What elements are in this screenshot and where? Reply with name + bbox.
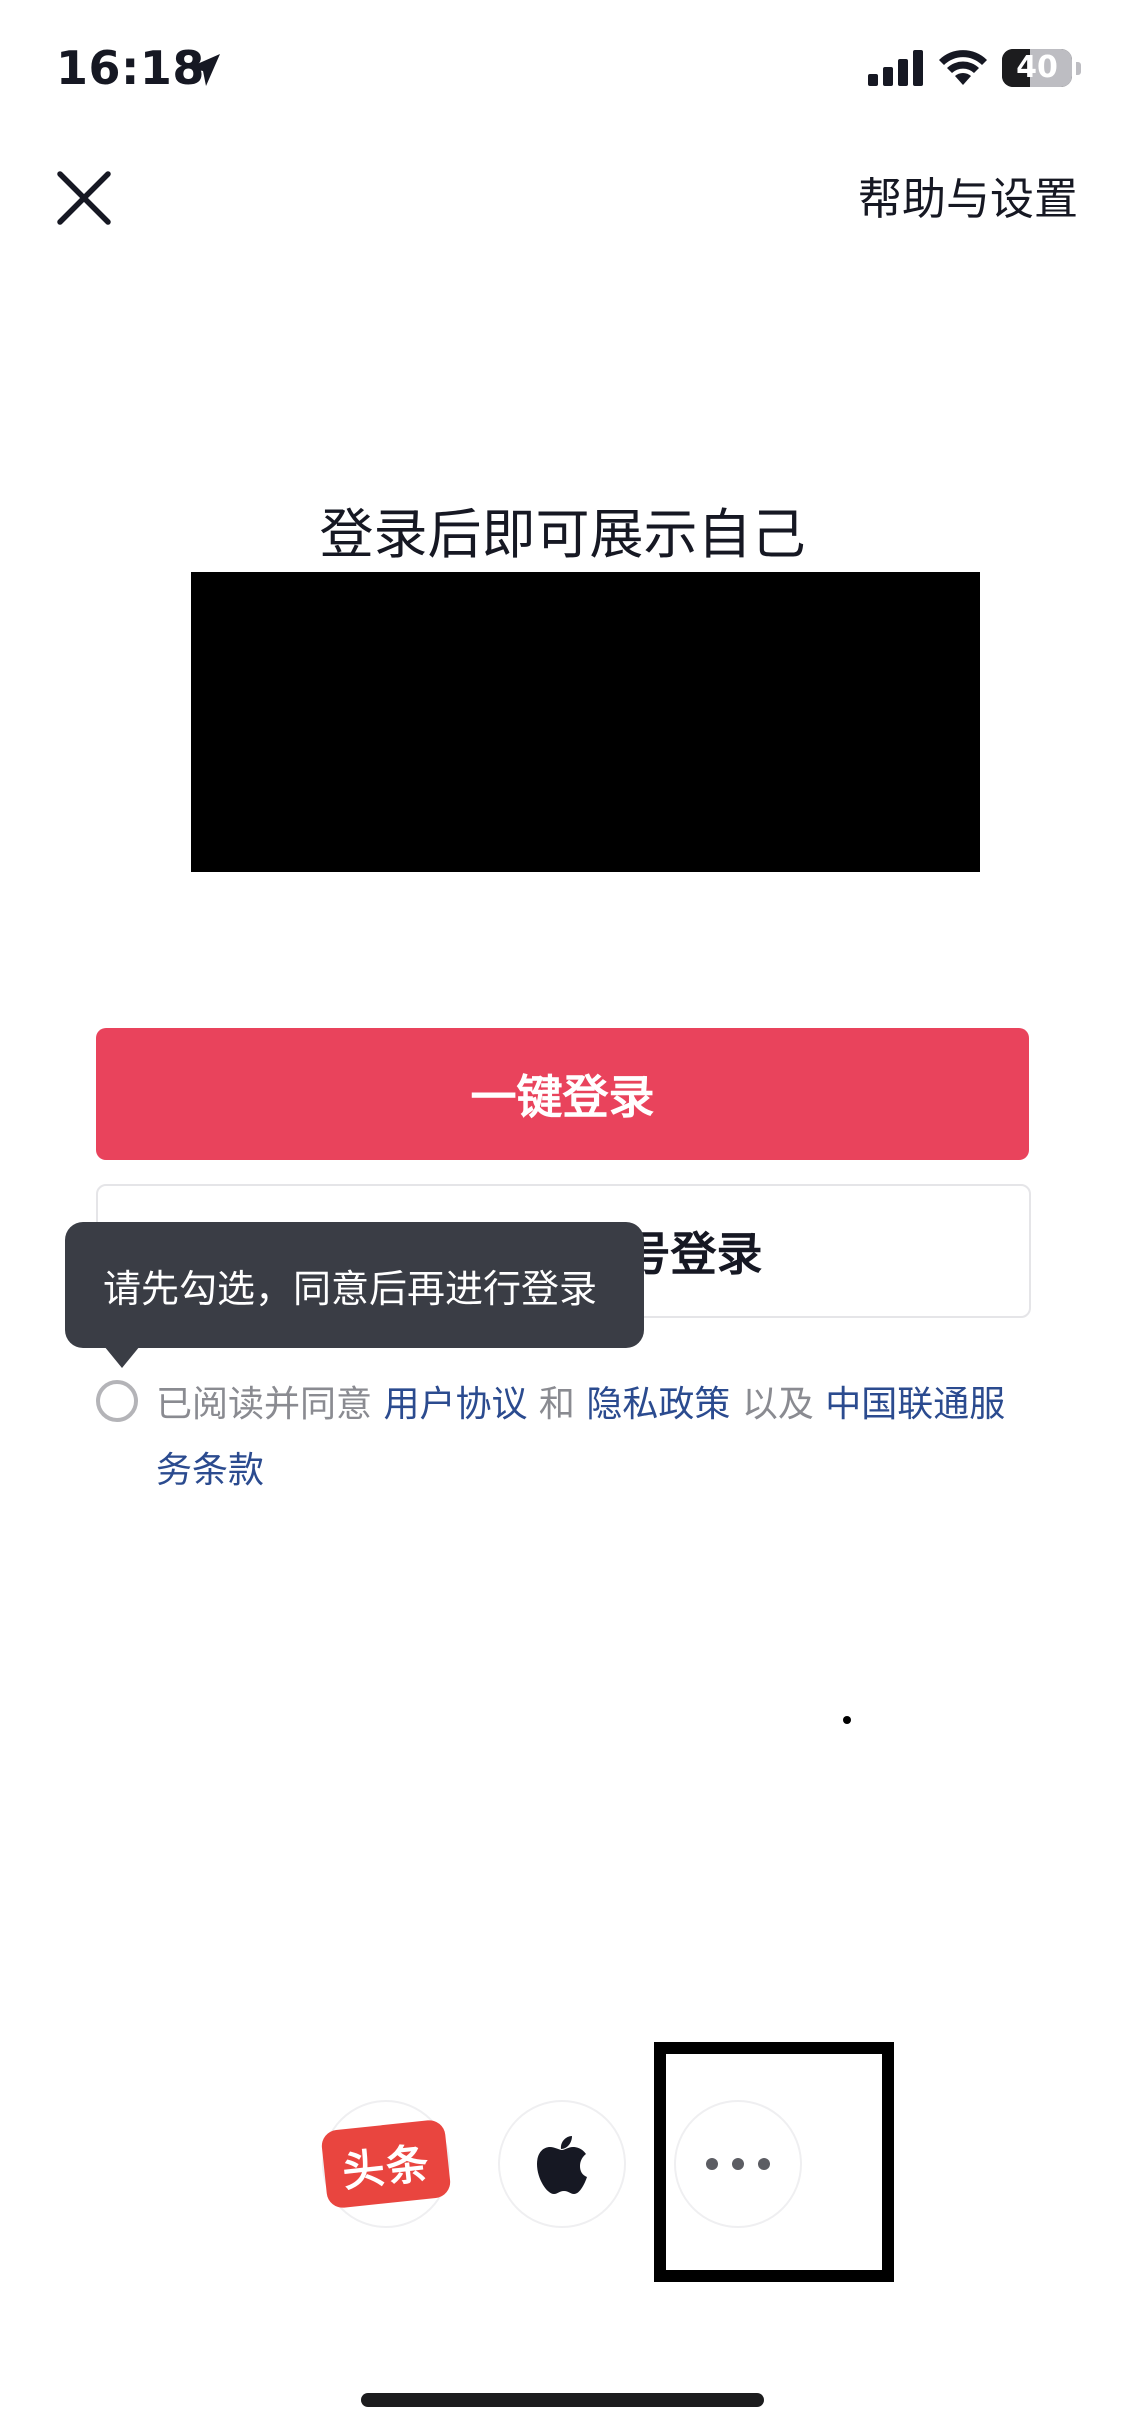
stray-dot [843,1716,851,1724]
location-arrow-icon [188,54,220,86]
tooltip-arrow [104,1346,140,1368]
cellular-signal-icon [868,50,923,86]
agreement-checkbox[interactable] [96,1380,138,1422]
toutiao-icon: 头条 [320,2118,452,2210]
battery-cap [1076,61,1081,75]
toutiao-login-button[interactable]: 头条 [320,2100,452,2228]
agreement-prefix: 已阅读并同意 [156,1384,384,1425]
help-settings-link[interactable]: 帮助与设置 [858,168,1078,232]
agreement-as-well-as: 以及 [730,1384,826,1425]
one-click-login-button[interactable]: 一键登录 [96,1028,1029,1160]
page-title: 登录后即可展示自己 [319,503,806,566]
status-icons: 40 [868,46,1081,90]
user-agreement-link[interactable]: 用户协议 [383,1384,527,1425]
apple-icon [537,2136,587,2194]
agreement-text: 已阅读并同意 用户协议 和 隐私政策 以及 中国联通服务条款 [156,1372,1036,1504]
agreement-and: 和 [527,1384,587,1425]
home-indicator [361,2393,764,2407]
redacted-phone-number [191,572,980,872]
privacy-policy-link[interactable]: 隐私政策 [586,1384,730,1425]
tooltip-text: 请先勾选，同意后再进行登录 [103,1266,598,1311]
toutiao-label: 头条 [339,2138,433,2196]
status-time: 16:18 [56,41,205,95]
agreement-tooltip: 请先勾选，同意后再进行登录 [65,1222,644,1348]
close-icon[interactable] [54,168,114,228]
apple-login-button[interactable] [498,2100,626,2228]
wifi-icon [939,50,987,85]
battery-icon: 40 [1002,49,1072,87]
highlight-box [654,2042,894,2282]
battery-level: 40 [1016,50,1058,85]
